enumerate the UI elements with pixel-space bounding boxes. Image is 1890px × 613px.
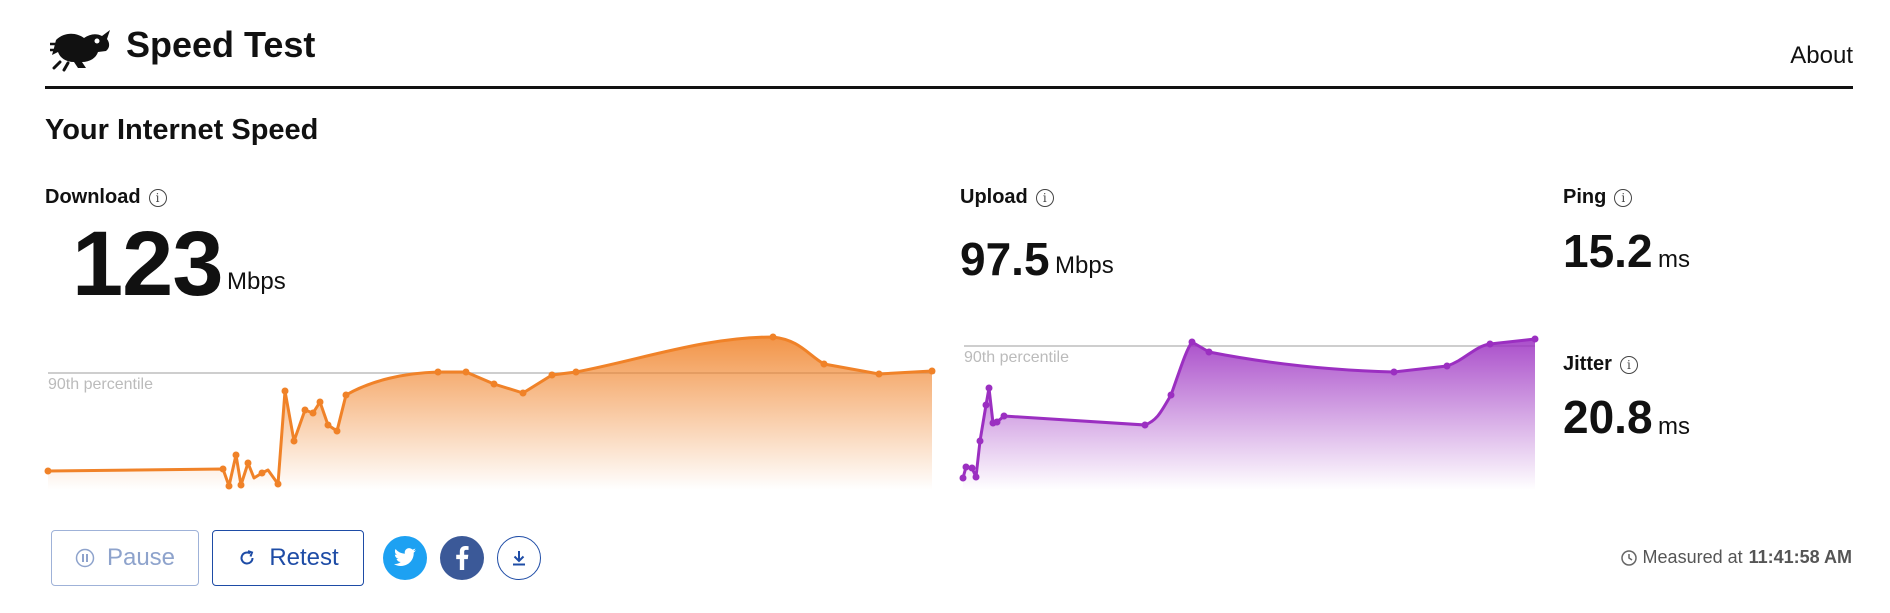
download-results-button[interactable]: [497, 536, 541, 580]
upload-chart: 90th percentile: [959, 335, 1539, 490]
upload-value: 97.5: [960, 233, 1050, 285]
info-icon[interactable]: i: [1619, 355, 1638, 374]
app-title: Speed Test: [126, 24, 316, 65]
pause-icon: [75, 548, 95, 568]
upload-unit: Mbps: [1055, 252, 1114, 279]
jitter-unit: ms: [1658, 413, 1690, 440]
rabbit-logo-icon[interactable]: [50, 22, 112, 72]
twitter-share-button[interactable]: [383, 536, 427, 580]
facebook-icon: [456, 546, 469, 570]
download-value: 123: [72, 213, 223, 315]
pause-button[interactable]: Pause: [51, 530, 199, 586]
download-percentile-label: 90th percentile: [48, 376, 153, 393]
upload-percentile-label: 90th percentile: [964, 349, 1069, 366]
download-chart: 90th percentile: [44, 333, 936, 490]
header: Speed Test About: [45, 14, 1853, 89]
upload-label: Upload i: [960, 186, 1054, 209]
section-title: Your Internet Speed: [45, 114, 319, 146]
info-icon[interactable]: i: [148, 188, 167, 207]
upload-label-text: Upload: [960, 186, 1028, 208]
jitter-label-text: Jitter: [1563, 353, 1612, 375]
download-area: [48, 337, 932, 490]
download-label-text: Download: [45, 186, 141, 208]
ping-label: Ping i: [1563, 186, 1633, 209]
jitter-value: 20.8: [1563, 391, 1653, 443]
info-icon[interactable]: i: [1035, 188, 1054, 207]
measured-prefix: Measured at: [1642, 547, 1743, 567]
retest-label: Retest: [269, 544, 339, 571]
download-icon: [513, 551, 525, 566]
measured-time: 11:41:58 AM: [1748, 547, 1852, 567]
ping-value: 15.2: [1563, 225, 1653, 277]
measured-at: Measured at 11:41:58 AM: [1620, 547, 1852, 568]
refresh-icon: [240, 550, 254, 565]
twitter-icon: [394, 548, 416, 567]
ping-unit: ms: [1658, 246, 1690, 273]
info-icon[interactable]: i: [1614, 188, 1633, 207]
pause-label: Pause: [106, 544, 176, 571]
retest-button[interactable]: Retest: [212, 530, 364, 586]
facebook-share-button[interactable]: [440, 536, 484, 580]
speed-test-page: Speed Test About Your Internet Speed Dow…: [0, 0, 1890, 613]
jitter-label: Jitter i: [1563, 353, 1638, 376]
ping-label-text: Ping: [1563, 186, 1607, 208]
download-label: Download i: [45, 186, 167, 209]
about-link[interactable]: About: [1790, 42, 1853, 70]
download-unit: Mbps: [227, 268, 286, 295]
clock-icon: [1620, 549, 1637, 566]
